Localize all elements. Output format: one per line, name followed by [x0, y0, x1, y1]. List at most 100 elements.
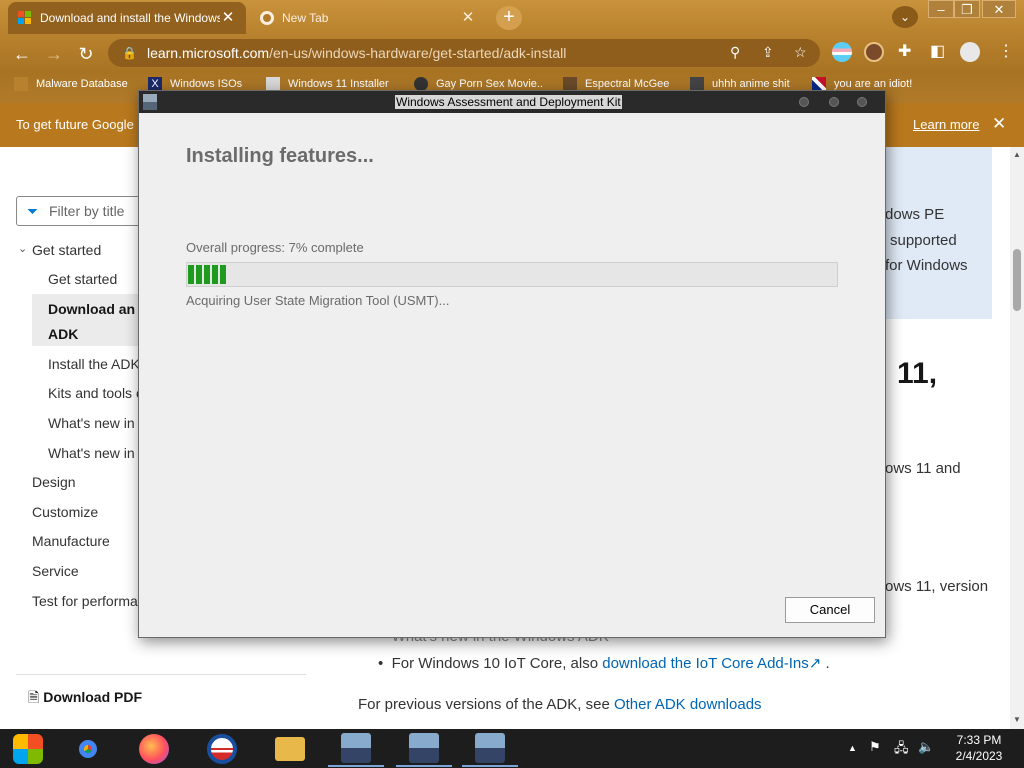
taskbar-firefox[interactable]: [126, 731, 182, 767]
section-heading: 11,: [897, 357, 938, 390]
other-adk-downloads-link[interactable]: Other ADK downloads: [614, 696, 762, 713]
installing-heading: Installing features...: [186, 145, 374, 167]
dialog-title-bar[interactable]: Windows Assessment and Deployment Kit: [139, 91, 885, 113]
kebab-menu-icon[interactable]: ⋮: [998, 41, 1014, 61]
taskbar-obama-app[interactable]: [194, 731, 250, 767]
list-item-text: For Windows 10 IoT Core, also: [391, 655, 603, 672]
learn-more-link[interactable]: Learn more: [913, 117, 979, 132]
restore-window-button[interactable]: ❐: [954, 0, 980, 18]
puzzle-extensions-icon[interactable]: ✚: [898, 41, 911, 61]
bookmark-item[interactable]: Malware Database: [14, 77, 128, 91]
scroll-up-icon[interactable]: ▲: [1013, 150, 1021, 159]
tab-new-tab[interactable]: New Tab ✕: [250, 2, 486, 34]
installer-icon: [341, 733, 371, 763]
toc-get-started[interactable]: Get started: [48, 271, 117, 287]
search-icon[interactable]: ⚲: [730, 44, 740, 61]
character-icon: [563, 77, 577, 91]
forward-arrow-icon[interactable]: →: [40, 40, 68, 68]
toc-service[interactable]: Service: [32, 563, 79, 579]
progress-segment: [196, 265, 202, 284]
page-scrollbar[interactable]: ▲ ▼: [1010, 147, 1024, 729]
new-tab-button[interactable]: +: [496, 6, 522, 30]
minimize-window-button[interactable]: –: [928, 0, 954, 18]
scroll-down-icon[interactable]: ▼: [1013, 715, 1021, 724]
side-panel-icon[interactable]: ◧: [930, 41, 945, 61]
back-arrow-icon[interactable]: ←: [8, 40, 36, 68]
chevron-down-icon[interactable]: ⌄: [18, 242, 27, 255]
info-banner-message: To get future Google: [16, 117, 134, 132]
note-line: supported: [890, 232, 957, 249]
close-tab-icon[interactable]: ✕: [460, 10, 476, 26]
dialog-close-button[interactable]: [857, 97, 867, 107]
toc-manufacture[interactable]: Manufacture: [32, 533, 110, 549]
taskbar-chrome[interactable]: [60, 731, 116, 767]
close-icon[interactable]: ✕: [992, 114, 1006, 134]
close-window-button[interactable]: ✕: [982, 0, 1016, 18]
file-explorer-icon: [275, 737, 305, 761]
browser-chrome: Download and install the Windows ✕ New T…: [0, 0, 1024, 103]
taskbar-installer-3[interactable]: [462, 731, 518, 767]
toc-whats-new-1[interactable]: What's new in: [48, 415, 135, 431]
bookmark-item[interactable]: uhhh anime shit: [690, 77, 790, 91]
filter-placeholder: Filter by title: [49, 203, 125, 219]
taskbar-file-explorer[interactable]: [262, 731, 318, 767]
bookmark-item[interactable]: Gay Porn Sex Movie..: [414, 77, 543, 91]
iot-core-addins-link[interactable]: download the IoT Core Add-Ins: [602, 655, 809, 672]
installer-icon: [143, 94, 157, 110]
paragraph-text: ows 11, version: [885, 578, 989, 595]
bookmark-item[interactable]: you are an idiot!: [812, 77, 912, 91]
progress-segment: [188, 265, 194, 284]
tab-search-button[interactable]: ⌄: [892, 6, 918, 28]
bookmark-item[interactable]: Windows 11 Installer: [266, 77, 389, 91]
adk-installer-dialog: Windows Assessment and Deployment Kit In…: [138, 90, 886, 638]
tray-expand-icon[interactable]: ▲: [848, 743, 857, 753]
toc-download-adk-line2[interactable]: ADK: [48, 326, 78, 342]
windows-taskbar: ▲ ⚑ 🖧 🔈 7:33 PM 2/4/2023: [0, 729, 1024, 768]
toc-customize[interactable]: Customize: [32, 504, 98, 520]
download-pdf-label: Download PDF: [43, 689, 143, 705]
share-icon[interactable]: ⇪: [762, 44, 774, 61]
tab-adk-install[interactable]: Download and install the Windows ✕: [8, 2, 246, 34]
bookmark-label: Gay Porn Sex Movie..: [436, 78, 543, 90]
volume-icon[interactable]: 🔈: [918, 739, 934, 755]
lock-icon: 🔒: [122, 46, 137, 60]
dialog-minimize-button[interactable]: [799, 97, 809, 107]
anime-icon: [690, 77, 704, 91]
bookmark-star-icon[interactable]: ☆: [794, 44, 807, 61]
dialog-maximize-button[interactable]: [829, 97, 839, 107]
note-line: for Windows: [885, 257, 968, 274]
toc-install-adk[interactable]: Install the ADK: [48, 356, 140, 372]
taskbar-installer-2[interactable]: [396, 731, 452, 767]
progress-segment: [220, 265, 226, 284]
toc-kits-tools[interactable]: Kits and tools o: [48, 385, 144, 401]
close-tab-icon[interactable]: ✕: [220, 10, 236, 26]
x-logo-icon: X: [148, 77, 162, 91]
address-bar[interactable]: 🔒 learn.microsoft.com/en-us/windows-hard…: [108, 39, 820, 67]
toc-design[interactable]: Design: [32, 474, 76, 490]
taskbar-installer-1[interactable]: [328, 731, 384, 767]
toc-download-adk[interactable]: Download an: [48, 301, 135, 317]
extension-avatar-icon[interactable]: [864, 42, 884, 62]
toc-whats-new-2[interactable]: What's new in: [48, 445, 135, 461]
download-pdf-link[interactable]: 🗎 Download PDF: [16, 674, 306, 711]
firefox-icon: [139, 734, 169, 764]
bookmark-label: uhhh anime shit: [712, 78, 790, 90]
extension-flag-icon[interactable]: [832, 42, 852, 62]
note-line: dows PE: [885, 206, 945, 223]
toc-get-started-group[interactable]: Get started: [32, 242, 101, 258]
windows-start-icon: [13, 734, 43, 764]
reload-icon[interactable]: ↻: [72, 40, 100, 68]
navigation-bar: ← → ↻ 🔒 learn.microsoft.com/en-us/window…: [0, 36, 1024, 70]
dialog-body: Installing features... Overall progress:…: [139, 113, 885, 637]
cancel-button[interactable]: Cancel: [785, 597, 875, 623]
toc-test[interactable]: Test for performa: [32, 593, 138, 609]
bookmark-item[interactable]: X Windows ISOs: [148, 77, 242, 91]
progress-status: Acquiring User State Migration Tool (USM…: [186, 293, 450, 308]
scrollbar-thumb[interactable]: [1013, 249, 1021, 311]
flag-icon[interactable]: ⚑: [869, 739, 881, 755]
profile-avatar-icon[interactable]: [960, 42, 980, 62]
network-icon[interactable]: 🖧: [894, 739, 909, 761]
bookmark-item[interactable]: Espectral McGee: [563, 77, 669, 91]
start-button[interactable]: [0, 731, 56, 767]
taskbar-clock[interactable]: 7:33 PM 2/4/2023: [948, 732, 1010, 764]
